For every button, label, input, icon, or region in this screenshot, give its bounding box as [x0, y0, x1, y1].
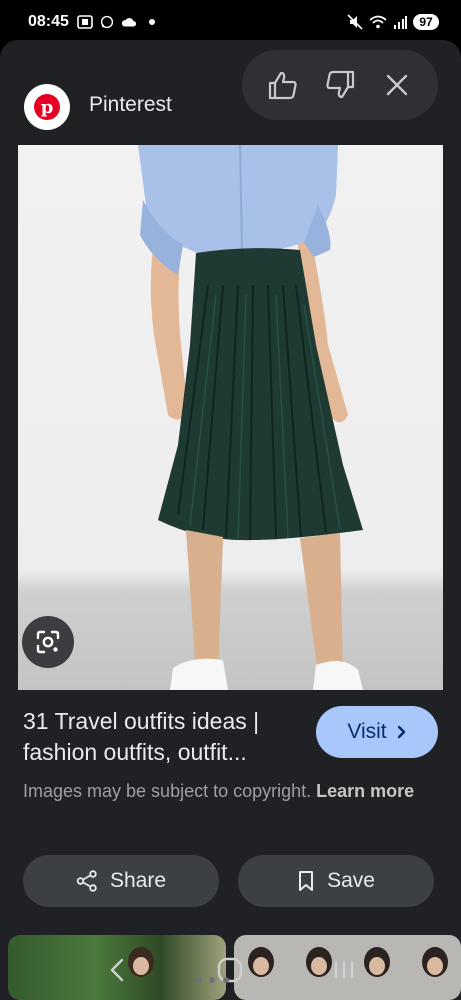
pinterest-logo[interactable]: p [24, 84, 70, 130]
visit-button[interactable]: Visit [316, 706, 438, 758]
whatsapp-icon [100, 15, 114, 29]
wifi-icon [369, 15, 387, 29]
share-label: Share [109, 869, 167, 892]
screenshot-icon [77, 15, 93, 29]
notification-dot [148, 19, 155, 25]
preview-image[interactable] [18, 145, 443, 690]
source-name[interactable]: Pinterest [89, 93, 172, 117]
home-button[interactable] [210, 950, 250, 990]
mute-icon [347, 14, 363, 30]
visit-label: Visit [347, 720, 387, 743]
recents-button[interactable] [324, 950, 364, 990]
battery-indicator: 97 [413, 14, 439, 30]
back-button[interactable] [97, 950, 137, 990]
chevron-right-icon [397, 725, 405, 739]
status-right: 97 [347, 14, 439, 30]
system-navigation-bar [0, 940, 461, 1000]
close-icon [387, 74, 408, 96]
learn-more-link[interactable]: Learn more [316, 781, 414, 801]
share-button[interactable]: Share [23, 855, 219, 907]
google-lens-button[interactable] [22, 616, 74, 668]
google-lens-icon [36, 630, 60, 654]
pinterest-logo-icon: p [34, 94, 60, 120]
thumbs-up-icon [268, 71, 297, 100]
thumbs-down-icon [326, 70, 355, 99]
thumbs-up-button[interactable] [263, 65, 303, 105]
thumbs-down-button[interactable] [320, 65, 360, 105]
signal-icon [394, 16, 407, 29]
status-time: 08:45 [28, 13, 69, 30]
save-button[interactable]: Save [238, 855, 434, 907]
image-preview-sheet: p Pinterest 31 Travel outfits ideas | fa… [0, 40, 461, 1000]
cloud-icon [121, 18, 137, 27]
back-chevron-icon [110, 958, 124, 982]
share-icon [76, 870, 97, 892]
copyright-text: Images may be subject to copyright. [23, 781, 312, 801]
result-title-link[interactable]: 31 Travel outfits ideas | fashion outfit… [23, 706, 303, 768]
close-button[interactable] [377, 65, 417, 105]
bookmark-icon [299, 871, 314, 891]
gesture-dots [195, 977, 229, 983]
recents-icon [334, 962, 354, 978]
preview-header: p Pinterest [0, 40, 461, 145]
copyright-notice: Images may be subject to copyright. Lear… [23, 778, 423, 805]
skirt-outfit-photo [138, 145, 363, 690]
status-left: 08:45 [28, 13, 155, 31]
save-label: Save [327, 869, 375, 892]
feedback-controls [242, 50, 438, 120]
status-bar: 08:45 97 [0, 0, 461, 44]
